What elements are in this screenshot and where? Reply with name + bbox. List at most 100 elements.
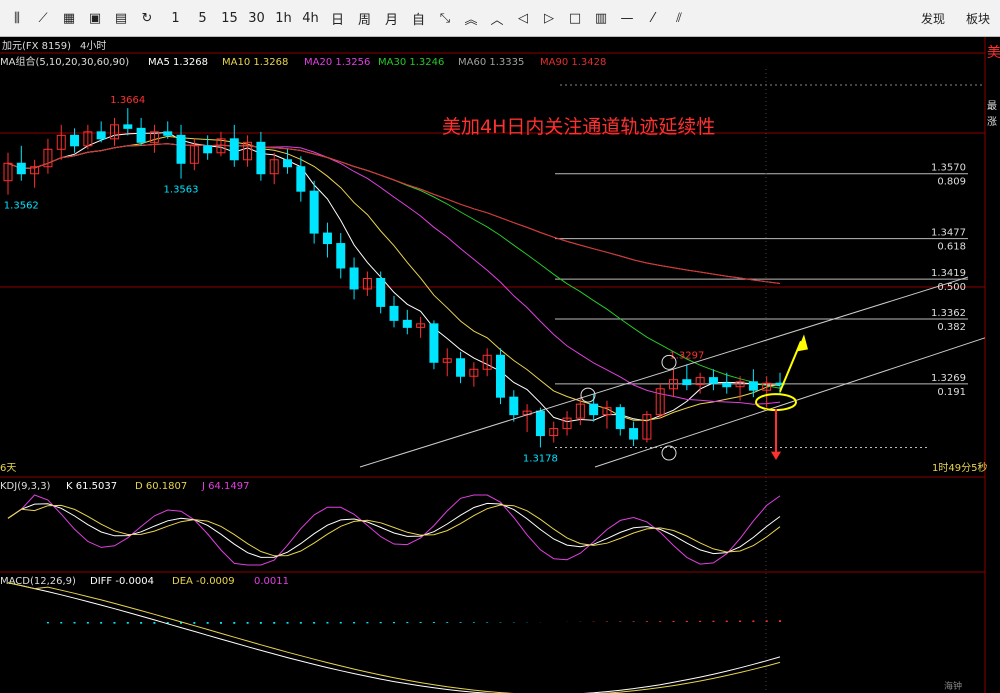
candle-body	[748, 381, 758, 391]
fib-price-label: 1.3362	[931, 308, 966, 319]
macd-value: 0.0011	[254, 576, 289, 587]
ma-legend-item: MA90 1.3428	[540, 57, 606, 68]
fib-price-label: 1.3419	[931, 268, 966, 279]
candle-body	[429, 323, 439, 363]
shrink-icon[interactable]: ⤡	[432, 0, 458, 36]
candle-body	[389, 305, 399, 321]
candle-body	[682, 379, 692, 386]
fib-price-label: 1.3269	[931, 373, 966, 384]
grid-icon[interactable]: ▦	[56, 0, 82, 36]
ma-legend-item: MA20 1.3256	[304, 57, 370, 68]
diagonal-icon[interactable]: ⁄	[640, 0, 666, 36]
period-label: 4小时	[80, 40, 106, 52]
price-chart[interactable]: 加元(FX 8159) 4小时 美 MA组合(5,10,20,30,60,90)…	[0, 37, 1000, 693]
arrow-right-icon[interactable]: ▷	[536, 0, 562, 36]
candle-body	[96, 131, 106, 140]
period-button-8[interactable]: 月	[378, 0, 405, 36]
candle-body	[495, 354, 505, 398]
period-button-7[interactable]: 周	[351, 0, 378, 36]
save-icon[interactable]: ▤	[108, 0, 134, 36]
candle-body	[296, 166, 306, 192]
fib-ratio-label: 0.382	[937, 322, 966, 333]
candle-body	[136, 127, 146, 143]
annotation-title: 美加4H日内关注通道轨迹延续性	[442, 116, 715, 138]
fib-ratio-label: 0.191	[937, 387, 966, 398]
toolbar: ⫼ ⟋ ▦ ▣ ▤ ↻ 1 5 15 30 1h 4h 日周月自 ⤡ ︽ ︿ ◁ ▷ □ ▥ — ⁄ ⫽ 发现 板块	[0, 0, 1000, 37]
fib-ratio-label: 0.618	[937, 242, 966, 253]
price-label-low_left: 1.3562	[4, 201, 39, 212]
candle-body	[203, 145, 213, 154]
symbol-label: 加元(FX 8159)	[2, 40, 71, 52]
days-label: 6天	[0, 463, 16, 474]
price-label-swing: 1.3297	[669, 350, 704, 361]
candle-body	[615, 407, 625, 430]
candle-body	[70, 134, 80, 147]
right-axis-char-1: 最	[987, 100, 997, 112]
countdown-label: 1时49分5秒	[932, 461, 987, 474]
parallel-icon[interactable]: ⫽	[666, 0, 692, 36]
candle-body	[163, 131, 173, 136]
ma-legend: MA组合(5,10,20,30,60,90) MA5 1.3268 MA10 1.3…	[0, 55, 606, 68]
period-button-6[interactable]: 日	[324, 0, 351, 36]
candle-body	[722, 382, 732, 388]
candle-body	[123, 124, 133, 129]
chevron-up-icon[interactable]: ︿	[484, 0, 510, 36]
candle-body	[229, 138, 239, 161]
right-axis-char-2: 涨	[987, 116, 997, 128]
candle-body	[456, 358, 466, 377]
period-button-3[interactable]: 30	[243, 0, 270, 36]
ma-legend-item: MA30 1.3246	[378, 57, 444, 68]
columns-icon[interactable]: ▥	[588, 0, 614, 36]
macd-dea: DEA -0.0009	[172, 576, 235, 587]
ma-legend-title: MA组合(5,10,20,30,60,90)	[0, 55, 129, 68]
candle-body	[708, 377, 718, 384]
candle-icon[interactable]: ⫼	[4, 0, 30, 36]
kdj-d: D 60.1807	[135, 481, 187, 492]
discover-button[interactable]: 发现	[921, 0, 945, 36]
image-icon[interactable]: ▣	[82, 0, 108, 36]
right-header-char: 美	[987, 45, 1000, 61]
period-button-4[interactable]: 1h	[270, 0, 297, 36]
price-label-low_mid: 1.3563	[164, 185, 199, 196]
fib-price-label: 1.3570	[931, 163, 966, 174]
refresh-icon[interactable]: ↻	[134, 0, 160, 36]
chevron-up-double-icon[interactable]: ︽	[458, 0, 484, 36]
candle	[495, 348, 505, 405]
period-button-9[interactable]: 自	[405, 0, 432, 36]
arrow-left-icon[interactable]: ◁	[510, 0, 536, 36]
candle-body	[376, 277, 386, 307]
fib-price-label: 1.3477	[931, 228, 966, 239]
candle-body	[402, 319, 412, 328]
period-button-5[interactable]: 4h	[297, 0, 324, 36]
fib-ratio-label: 0.500	[937, 282, 966, 293]
candle-body	[176, 134, 186, 164]
block-button[interactable]: 板块	[966, 0, 990, 36]
period-button-2[interactable]: 15	[216, 0, 243, 36]
candle-body	[349, 267, 359, 290]
candle	[429, 320, 439, 370]
bottom-right-label: 海钟	[944, 680, 962, 692]
fib-ratio-label: 0.809	[937, 177, 966, 188]
ma-legend-item: MA60 1.3335	[458, 57, 524, 68]
candle-body	[629, 428, 639, 440]
price-label-low: 1.3178	[523, 453, 558, 464]
price-label-high: 1.3664	[110, 95, 145, 106]
candle-body	[16, 162, 26, 175]
ma-legend-item: MA10 1.3268	[222, 57, 288, 68]
macd-title: MACD(12,26,9)	[0, 576, 76, 587]
kdj-j: J 64.1497	[201, 481, 249, 492]
kdj-title: KDJ(9,3,3)	[0, 481, 51, 492]
kdj-k: K 61.5037	[66, 481, 117, 492]
candle-body	[256, 141, 266, 175]
macd-diff: DIFF -0.0004	[90, 576, 154, 587]
line-icon[interactable]: ⟋	[30, 0, 56, 36]
candle-body	[283, 159, 293, 168]
candle-body	[509, 396, 519, 416]
period-button-1[interactable]: 5	[189, 0, 216, 36]
square-icon[interactable]: □	[562, 0, 588, 36]
line-draw-icon[interactable]: —	[614, 0, 640, 36]
candle-body	[322, 232, 332, 245]
candle-body	[336, 243, 346, 269]
period-button-0[interactable]: 1	[162, 0, 189, 36]
candle-body	[589, 403, 599, 416]
